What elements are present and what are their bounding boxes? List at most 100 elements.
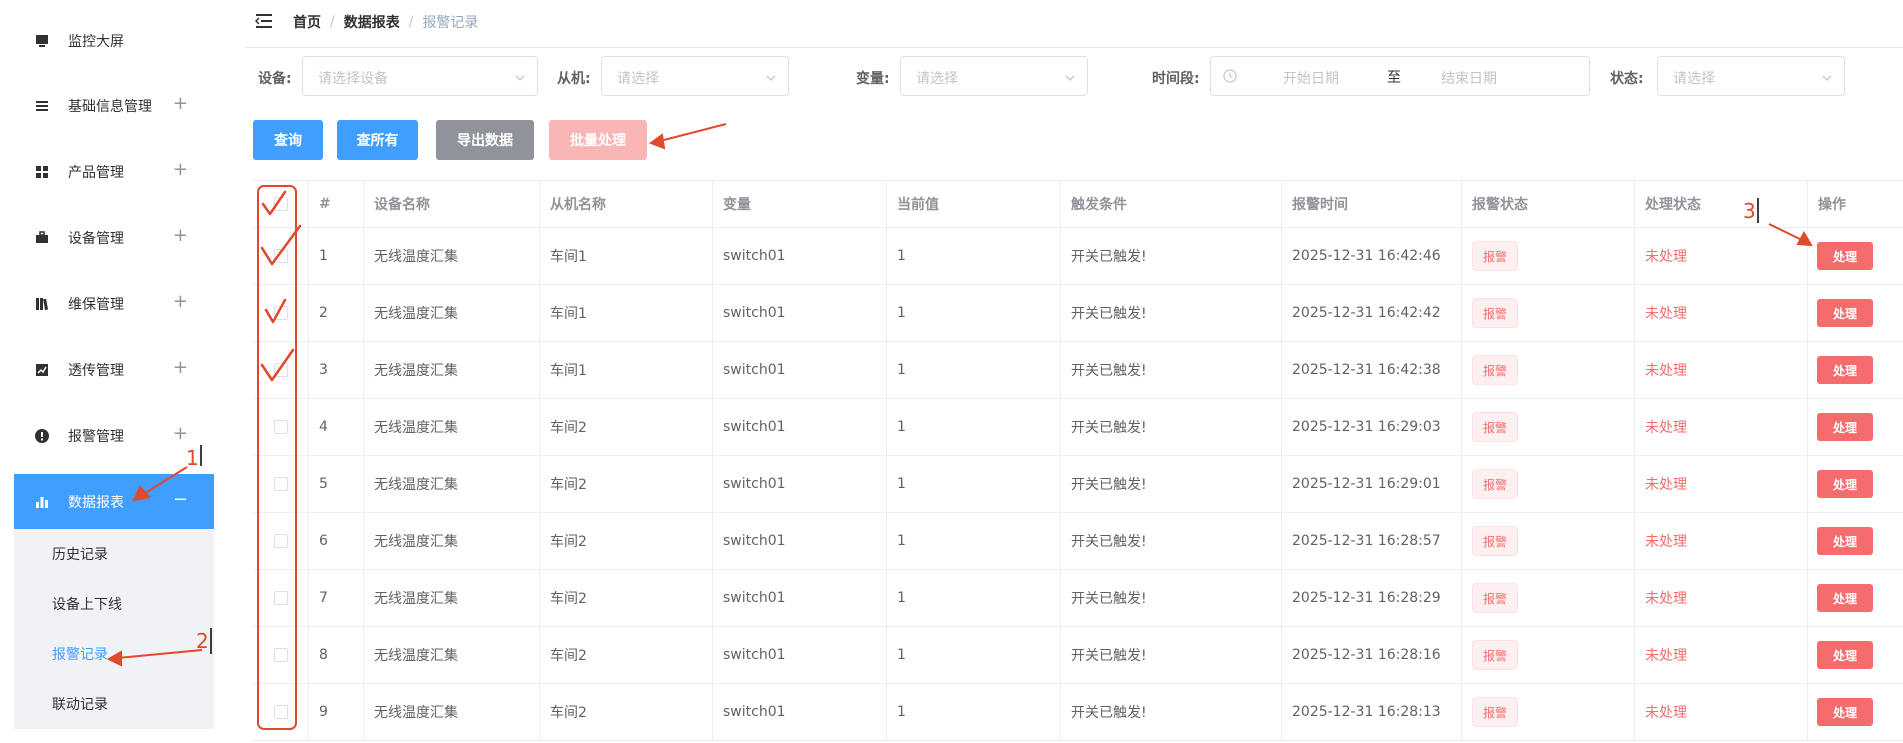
device-select[interactable]: 请选择设备 (302, 56, 538, 96)
query-all-button[interactable]: 查所有 (337, 120, 418, 160)
briefcase-icon (32, 228, 52, 248)
process-button[interactable]: 处理 (1817, 584, 1873, 612)
row-checkbox[interactable] (273, 705, 288, 719)
cell-text-variable: switch01 (723, 305, 786, 321)
row-checkbox[interactable] (273, 591, 288, 605)
chevron-down-icon (515, 71, 525, 81)
cell-text-variable: switch01 (723, 533, 786, 549)
collapse-icon: − (172, 489, 188, 510)
process-button[interactable]: 处理 (1817, 413, 1873, 441)
submenu-item-history[interactable]: 历史记录 (52, 529, 108, 579)
cell-condition: 开关已触发! (1061, 285, 1282, 341)
cell-alarm: 报警 (1462, 456, 1635, 512)
query-button[interactable]: 查询 (253, 120, 323, 160)
cell-text-time: 2025-12-31 16:29:01 (1292, 476, 1441, 492)
cell-text-device: 无线温度汇集 (374, 306, 458, 322)
breadcrumb-separator: / (408, 14, 414, 30)
cell-slave: 车间1 (540, 285, 713, 341)
chevron-down-icon (1065, 71, 1075, 81)
cell-text-time: 2025-12-31 16:42:46 (1292, 248, 1441, 264)
table-row: 4 无线温度汇集 车间2 switch01 1 开关已触发! 2025-12-31 16:2… (253, 399, 1903, 456)
sidebar-item-label: 维保管理 (68, 297, 124, 313)
cell-value: 1 (887, 570, 1061, 626)
sidebar-item-passthrough[interactable]: 透传管理 + (14, 342, 214, 398)
cell-text-variable: switch01 (723, 704, 786, 720)
period-filter-label: 时间段: (1152, 71, 1200, 87)
cell-variable: switch01 (713, 285, 887, 341)
sidebar: 监控大屏 基础信息管理 + 产品管理 + 设备管理 + 维保管理 + 透传管理 … (0, 0, 215, 743)
select-all-checkbox[interactable] (273, 197, 288, 211)
process-button[interactable]: 处理 (1817, 242, 1873, 270)
date-range-picker[interactable]: 开始日期 至 结束日期 (1210, 56, 1590, 96)
process-button[interactable]: 处理 (1817, 470, 1873, 498)
cell-text-variable: switch01 (723, 476, 786, 492)
sidebar-item-basic-info[interactable]: 基础信息管理 + (14, 78, 214, 134)
cell-action: 处理 (1808, 627, 1903, 683)
row-checkbox[interactable] (273, 363, 288, 377)
process-button[interactable]: 处理 (1817, 299, 1873, 327)
row-checkbox[interactable] (273, 306, 288, 320)
process-button[interactable]: 处理 (1817, 527, 1873, 555)
cell-slave: 车间1 (540, 228, 713, 284)
cell-text-value: 1 (897, 419, 906, 435)
export-data-button[interactable]: 导出数据 (436, 120, 534, 160)
sidebar-item-label: 监控大屏 (68, 34, 124, 50)
cell-time: 2025-12-31 16:28:16 (1282, 627, 1462, 683)
variable-select[interactable]: 请选择 (900, 56, 1088, 96)
column-header-variable: 变量 (713, 181, 887, 227)
cell-text-slave: 车间1 (550, 306, 587, 322)
cell-time: 2025-12-31 16:42:38 (1282, 342, 1462, 398)
submenu-item-alarm-records[interactable]: 报警记录 (52, 629, 108, 679)
row-checkbox[interactable] (273, 477, 288, 491)
column-header-alarm-status: 报警状态 (1462, 181, 1635, 227)
sidebar-item-data-report[interactable]: 数据报表 − (14, 474, 214, 530)
submenu-item-linkage[interactable]: 联动记录 (52, 679, 108, 729)
cell-text-handle: 未处理 (1645, 306, 1687, 322)
breadcrumb-data-report[interactable]: 数据报表 (344, 12, 400, 32)
end-date-input[interactable]: 结束日期 (1441, 68, 1497, 88)
cell-alarm: 报警 (1462, 627, 1635, 683)
cell-alarm: 报警 (1462, 342, 1635, 398)
variable-select-placeholder: 请选择 (916, 71, 958, 87)
row-checkbox[interactable] (273, 648, 288, 662)
cell-text-condition: 开关已触发! (1071, 705, 1147, 721)
sidebar-item-product[interactable]: 产品管理 + (14, 144, 214, 200)
submenu-item-online-offline[interactable]: 设备上下线 (52, 579, 122, 629)
cell-text-handle: 未处理 (1645, 534, 1687, 550)
cell-slave: 车间2 (540, 456, 713, 512)
cell-value: 1 (887, 627, 1061, 683)
breadcrumb-home[interactable]: 首页 (293, 12, 321, 32)
column-header-slave: 从机名称 (540, 181, 713, 227)
sidebar-item-alarm[interactable]: 报警管理 + (14, 408, 214, 464)
sidebar-item-monitor-screen[interactable]: 监控大屏 (14, 13, 214, 69)
books-icon (32, 294, 52, 314)
process-button[interactable]: 处理 (1817, 356, 1873, 384)
column-header-handle-status: 处理状态 (1635, 181, 1808, 227)
row-checkbox[interactable] (273, 249, 288, 263)
status-select[interactable]: 请选择 (1657, 56, 1845, 96)
slave-select[interactable]: 请选择 (601, 56, 789, 96)
breadcrumb-current: 报警记录 (422, 15, 479, 31)
batch-process-button[interactable]: 批量处理 (549, 120, 647, 160)
process-button[interactable]: 处理 (1817, 641, 1873, 669)
status-filter-label: 状态: (1610, 71, 1644, 87)
alarm-status-tag: 报警 (1472, 697, 1519, 727)
row-checkbox[interactable] (273, 534, 288, 548)
cell-text-time: 2025-12-31 16:29:03 (1292, 419, 1441, 435)
start-date-input[interactable]: 开始日期 (1283, 68, 1339, 88)
annotation-number-3: 3 (1743, 199, 1756, 223)
cell-action: 处理 (1808, 228, 1903, 284)
row-select-cell (253, 228, 309, 284)
cell-time: 2025-12-31 16:29:01 (1282, 456, 1462, 512)
cell-text-value: 1 (897, 704, 906, 720)
hamburger-icon[interactable] (254, 12, 273, 30)
cell-text-device: 无线温度汇集 (374, 249, 458, 265)
bar-chart-icon (32, 492, 52, 512)
annotation-number-1: 1 (186, 446, 199, 470)
alarm-status-tag: 报警 (1472, 355, 1519, 385)
row-checkbox[interactable] (273, 420, 288, 434)
cell-text-slave: 车间2 (550, 705, 587, 721)
process-button[interactable]: 处理 (1817, 698, 1873, 726)
sidebar-item-maintenance[interactable]: 维保管理 + (14, 276, 214, 332)
sidebar-item-device[interactable]: 设备管理 + (14, 210, 214, 266)
